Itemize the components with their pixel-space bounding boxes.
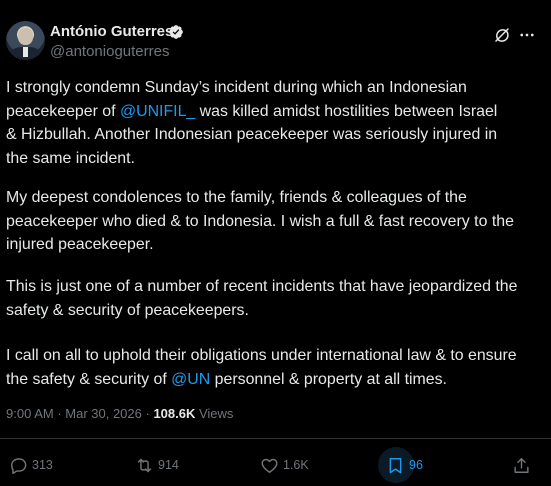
tweet-paragraph: I call on all to uphold their obligation… — [6, 344, 517, 391]
tweet-paragraph: I strongly condemn Sunday’s incident dur… — [6, 76, 497, 170]
repost-count: 914 — [158, 458, 179, 472]
tweet-line: I strongly condemn Sunday’s incident dur… — [6, 76, 497, 100]
tweet-line: This is just one of a number of recent i… — [6, 275, 517, 299]
share-button[interactable] — [512, 455, 531, 475]
tweet-meta: 9:00 AM · Mar 30, 2026 · 108.6K Views — [6, 406, 233, 421]
verified-badge-icon — [169, 25, 183, 39]
tweet-paragraph: This is just one of a number of recent i… — [6, 275, 517, 322]
author-name[interactable]: António Guterres — [50, 23, 173, 40]
tweet-line: & Hizbullah. Another Indonesian peacekee… — [6, 123, 497, 147]
tweet-text-run: I strongly condemn Sunday’s incident dur… — [6, 79, 467, 96]
heart-icon — [261, 458, 278, 473]
tweet-line: the same incident. — [6, 147, 497, 171]
more-icon[interactable] — [518, 26, 536, 44]
tweet-line: peacekeeper of @UNIFIL_ was killed amids… — [6, 100, 497, 124]
reply-button[interactable]: 313 — [9, 455, 53, 475]
repost-icon — [137, 458, 152, 472]
like-button[interactable]: 1.6K — [260, 455, 309, 475]
bookmark-icon — [389, 457, 402, 473]
tweet-line: the safety & security of @UN personnel &… — [6, 368, 517, 392]
tweet-text-run: the safety & security of — [6, 370, 172, 388]
tweet-text-run: injured peacekeeper. — [6, 236, 154, 253]
tweet-text-run: peacekeeper of — [6, 102, 120, 120]
author-handle[interactable]: @antonioguterres — [50, 43, 169, 60]
meta-separator: · — [141, 406, 154, 421]
tweet-text-run: & Hizbullah. Another Indonesian peacekee… — [6, 126, 498, 143]
tweet-text-run: This is just one of a number of recent i… — [6, 278, 518, 295]
tweet-line: injured peacekeeper. — [6, 233, 514, 257]
tweet-line: peacekeeper who died & to Indonesia. I w… — [6, 210, 514, 234]
tweet-text-run: peacekeeper who died & to Indonesia. I w… — [6, 212, 514, 230]
tweet-text-run: safety & security of peacekeepers. — [6, 301, 249, 319]
tweet-text-run: I call on all to uphold their obligation… — [6, 347, 517, 364]
divider — [0, 438, 551, 439]
views-label: Views — [195, 406, 234, 421]
tweet-date[interactable]: Mar 30, 2026 — [65, 406, 142, 421]
views-count: 108.6K — [153, 406, 196, 421]
meta-separator: · — [53, 406, 66, 421]
tweet-time[interactable]: 9:00 AM — [6, 406, 54, 421]
bookmark-count: 96 — [409, 458, 423, 472]
like-count: 1.6K — [283, 458, 309, 472]
tweet-text-run: the same incident. — [6, 149, 135, 167]
repost-button[interactable]: 914 — [135, 455, 179, 475]
avatar[interactable] — [6, 21, 45, 60]
share-icon — [514, 457, 529, 473]
bookmark-button[interactable]: 96 — [386, 455, 423, 475]
tweet-text-run: personnel & property at all times. — [210, 370, 447, 388]
tweet-text-run: was killed amidst hostilities between Is… — [195, 102, 498, 120]
grok-icon[interactable] — [493, 26, 511, 44]
reply-count: 313 — [32, 458, 53, 472]
tweet-text-run: My deepest condolences to the family, fr… — [6, 189, 467, 206]
mention-link[interactable]: @UN — [171, 371, 210, 388]
tweet-line: My deepest condolences to the family, fr… — [6, 186, 514, 210]
mention-link[interactable]: @UNIFIL_ — [120, 103, 195, 120]
tweet-line: I call on all to uphold their obligation… — [6, 344, 517, 368]
tweet-paragraph: My deepest condolences to the family, fr… — [6, 186, 514, 257]
tweet-line: safety & security of peacekeepers. — [6, 299, 517, 323]
reply-icon — [11, 457, 27, 474]
